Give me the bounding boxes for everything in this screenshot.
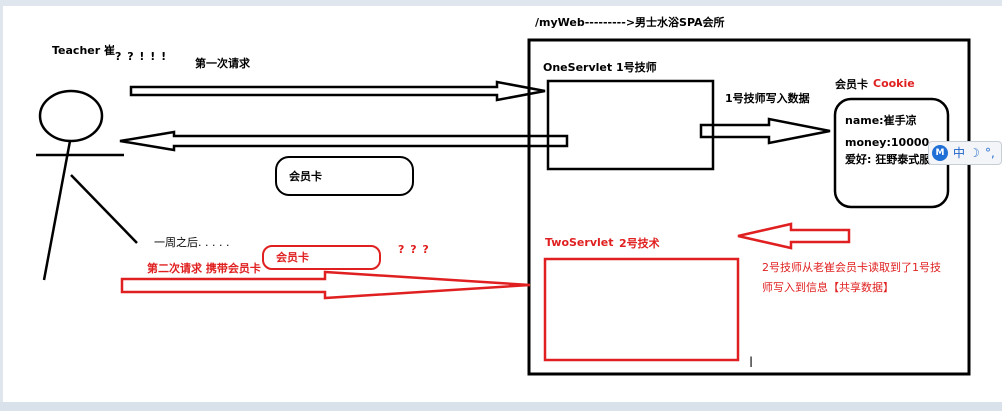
cookie-word: Cookie bbox=[873, 77, 915, 90]
two-servlet-tech-label: 2号技术 bbox=[619, 237, 660, 250]
ime-language-toggle[interactable]: 中 bbox=[953, 142, 965, 164]
shared-info-line-1: 2号技师从老崔会员卡读取到了1号技 bbox=[762, 261, 941, 274]
card-name: name:崔手凉 bbox=[845, 114, 917, 127]
second-request-arrow bbox=[120, 270, 531, 300]
ime-toolbar[interactable]: M 中 ☽ °, bbox=[928, 141, 1002, 165]
cookie-card-label: 会员卡 bbox=[835, 78, 868, 91]
question-marks-2: ? ? ? bbox=[398, 243, 430, 256]
question-marks: ? ? ! ! ! bbox=[115, 50, 168, 63]
diagram-title: /myWeb--------->男士水浴SPA会所 bbox=[535, 16, 725, 29]
ime-logo-icon[interactable]: M bbox=[932, 145, 948, 161]
two-servlet-label: TwoServlet bbox=[545, 236, 614, 249]
teacher-label: Teacher 崔 bbox=[52, 44, 115, 57]
write-data-label: 1号技师写入数据 bbox=[725, 92, 810, 105]
punctuation-icon[interactable]: °, bbox=[985, 142, 995, 164]
person-figure bbox=[36, 89, 138, 281]
card-hobby: 爱好: 狂野泰式服务 bbox=[845, 153, 942, 166]
first-request-arrow bbox=[129, 80, 546, 102]
text-cursor-icon: I bbox=[749, 355, 754, 371]
shared-info-line-2: 师写入到信息【共享数据】 bbox=[762, 281, 894, 294]
one-servlet-label: OneServlet 1号技师 bbox=[543, 61, 657, 74]
write-data-arrow bbox=[699, 117, 831, 145]
moon-icon[interactable]: ☽ bbox=[969, 142, 980, 164]
one-week-later-label: 一周之后. . . . . bbox=[154, 236, 230, 249]
card-money: money:10000 bbox=[845, 136, 930, 149]
first-request-label: 第一次请求 bbox=[195, 57, 250, 70]
diagram-canvas: /myWeb--------->男士水浴SPA会所 Teacher 崔 ? ? … bbox=[0, 0, 1002, 411]
two-servlet-box bbox=[543, 257, 740, 362]
window-bottom-edge bbox=[0, 402, 1002, 411]
read-arrow bbox=[737, 222, 851, 250]
member-card-1-label: 会员卡 bbox=[289, 170, 322, 183]
second-request-label: 第二次请求 携带会员卡 bbox=[147, 262, 261, 275]
one-servlet-box bbox=[546, 79, 715, 171]
member-card-2-label: 会员卡 bbox=[276, 251, 309, 264]
response-arrow bbox=[119, 130, 569, 152]
